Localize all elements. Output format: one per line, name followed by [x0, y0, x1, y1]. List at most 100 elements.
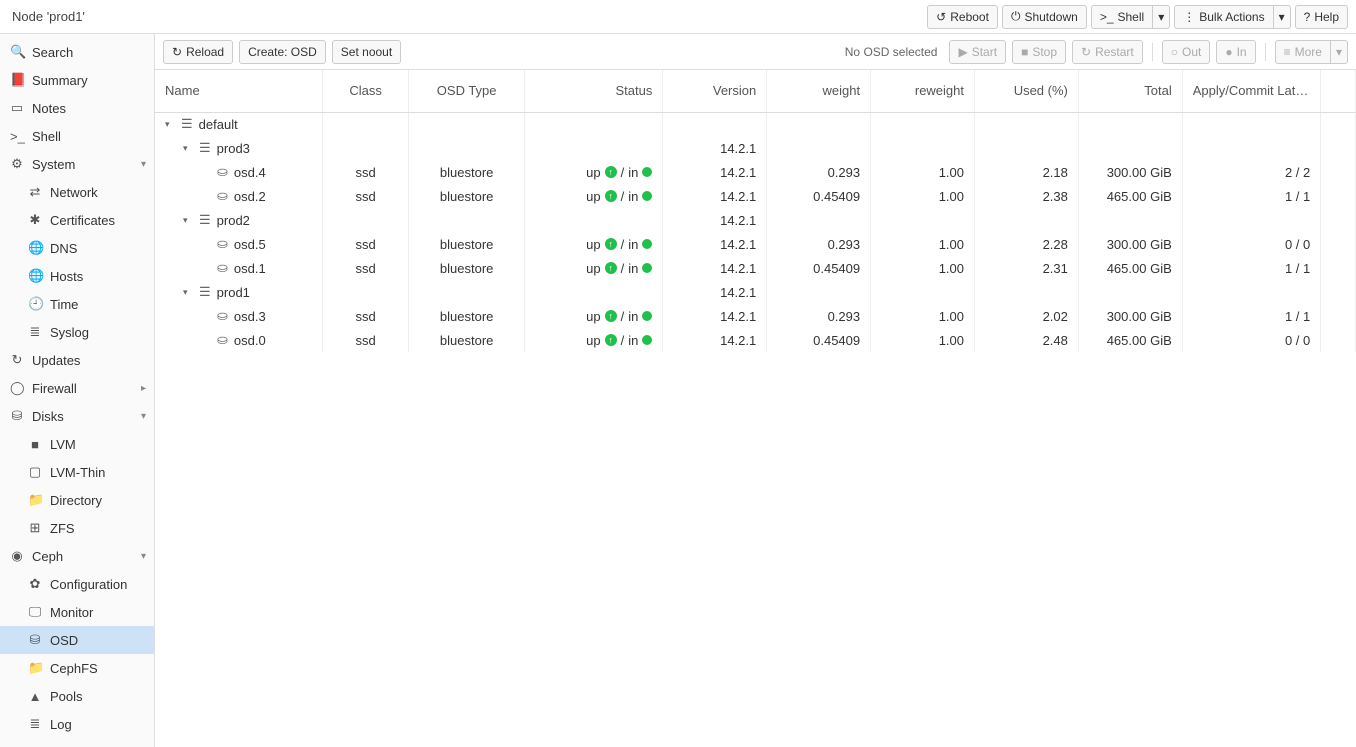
status-cell: up↑ / in	[524, 328, 663, 352]
set-noout-button[interactable]: Set noout	[332, 40, 401, 64]
osd-row[interactable]: ⛀osd.1ssdbluestoreup↑ / in14.2.10.454091…	[155, 256, 1356, 280]
sidebar-item-disks[interactable]: ⛁Disks▾	[0, 402, 154, 430]
in-button[interactable]: ●In	[1216, 40, 1255, 64]
sidebar-label: Summary	[32, 73, 88, 88]
sidebar-item-cephfs[interactable]: 📁CephFS	[0, 654, 154, 682]
sidebar-item-system[interactable]: ⚙System▾	[0, 150, 154, 178]
sidebar-item-configuration[interactable]: ✿Configuration	[0, 570, 154, 598]
osd-row[interactable]: ⛀osd.2ssdbluestoreup↑ / in14.2.10.454091…	[155, 184, 1356, 208]
help-button[interactable]: ?Help	[1295, 5, 1348, 29]
col-status[interactable]: Status	[524, 70, 663, 112]
reload-button[interactable]: ↻Reload	[163, 40, 233, 64]
tree-label: prod3	[217, 141, 250, 156]
sidebar-item-firewall[interactable]: ◯Firewall▸	[0, 374, 154, 402]
expand-icon[interactable]: ▸	[141, 383, 146, 394]
sidebar-item-hosts[interactable]: 🌐Hosts	[0, 262, 154, 290]
col-apply-commit-latency-ms-[interactable]: Apply/Commit Latency (ms)	[1182, 70, 1321, 112]
sidebar-label: Certificates	[50, 213, 115, 228]
col-class[interactable]: Class	[322, 70, 409, 112]
sidebar-item-ceph[interactable]: ◉Ceph▾	[0, 542, 154, 570]
server-icon: ☰	[181, 116, 193, 132]
host-row[interactable]: ▾☰prod214.2.1	[155, 208, 1356, 232]
more-icon: ≡	[1284, 45, 1291, 59]
sidebar-item-notes[interactable]: ▭Notes	[0, 94, 154, 122]
create-label: Create: OSD	[248, 45, 317, 59]
expand-icon[interactable]: ▾	[141, 411, 146, 422]
pools-icon: ▲	[28, 689, 42, 704]
more-split-button: ≡More ▾	[1275, 40, 1348, 64]
stop-button[interactable]: ■Stop	[1012, 40, 1066, 64]
bulk-button[interactable]: ⋮Bulk Actions	[1174, 5, 1273, 29]
shutdown-button[interactable]: ⏻Shutdown	[1002, 5, 1087, 29]
reboot-button[interactable]: ↺Reboot	[927, 5, 998, 29]
sidebar-item-summary[interactable]: 📕Summary	[0, 66, 154, 94]
sidebar-item-lvm[interactable]: ■LVM	[0, 430, 154, 458]
sidebar-item-time[interactable]: 🕘Time	[0, 290, 154, 318]
shell-button[interactable]: >_Shell	[1091, 5, 1153, 29]
tree-caret[interactable]: ▾	[165, 119, 175, 130]
col-osd-type[interactable]: OSD Type	[409, 70, 524, 112]
osd-table: NameClassOSD TypeStatusVersionweightrewe…	[155, 70, 1356, 352]
create-osd-button[interactable]: Create: OSD	[239, 40, 326, 64]
search-icon: 🔍	[10, 44, 24, 60]
refresh-icon: ↻	[172, 45, 182, 59]
out-button[interactable]: ○Out	[1162, 40, 1211, 64]
more-dropdown[interactable]: ▾	[1331, 40, 1348, 64]
sidebar-item-osd[interactable]: ⛁OSD	[0, 626, 154, 654]
tree-caret[interactable]: ▾	[183, 215, 193, 226]
sidebar-item-network[interactable]: ⇄Network	[0, 178, 154, 206]
col-reweight[interactable]: reweight	[871, 70, 975, 112]
more-button[interactable]: ≡More	[1275, 40, 1331, 64]
sidebar-item-search[interactable]: 🔍Search	[0, 38, 154, 66]
cell: 14.2.1	[663, 304, 767, 328]
osd-row[interactable]: ⛀osd.5ssdbluestoreup↑ / in14.2.10.2931.0…	[155, 232, 1356, 256]
cell: 14.2.1	[663, 184, 767, 208]
cell: 14.2.1	[663, 328, 767, 352]
tree-caret[interactable]: ▾	[183, 143, 193, 154]
sidebar-item-syslog[interactable]: ≣Syslog	[0, 318, 154, 346]
col-version[interactable]: Version	[663, 70, 767, 112]
sidebar-item-zfs[interactable]: ⊞ZFS	[0, 514, 154, 542]
sidebar-item-log[interactable]: ≣Log	[0, 710, 154, 738]
status-up: up	[586, 237, 600, 252]
gear-icon: ⚙	[10, 156, 24, 172]
restart-button[interactable]: ↻Restart	[1072, 40, 1143, 64]
sidebar-item-updates[interactable]: ↻Updates	[0, 346, 154, 374]
sidebar-item-monitor[interactable]: 🖵Monitor	[0, 598, 154, 626]
sidebar-item-dns[interactable]: 🌐DNS	[0, 234, 154, 262]
cell: bluestore	[409, 304, 524, 328]
bulk-dropdown[interactable]: ▾	[1274, 5, 1291, 29]
expand-icon[interactable]: ▾	[141, 551, 146, 562]
host-row[interactable]: ▾☰prod314.2.1	[155, 136, 1356, 160]
sidebar-item-directory[interactable]: 📁Directory	[0, 486, 154, 514]
sidebar-label: Ceph	[32, 549, 63, 564]
col-used-[interactable]: Used (%)	[975, 70, 1079, 112]
sidebar-item-lvm-thin[interactable]: ▢LVM-Thin	[0, 458, 154, 486]
host-row[interactable]: ▾☰prod114.2.1	[155, 280, 1356, 304]
cell	[409, 136, 524, 160]
cell: 300.00 GiB	[1078, 304, 1182, 328]
sidebar-label: Configuration	[50, 577, 127, 592]
tree-caret[interactable]: ▾	[183, 287, 193, 298]
sidebar-item-pools[interactable]: ▲Pools	[0, 682, 154, 710]
shutdown-label: Shutdown	[1024, 10, 1077, 24]
help-label: Help	[1314, 10, 1339, 24]
col-total[interactable]: Total	[1078, 70, 1182, 112]
osd-row[interactable]: ⛀osd.3ssdbluestoreup↑ / in14.2.10.2931.0…	[155, 304, 1356, 328]
root-row[interactable]: ▾☰default	[155, 112, 1356, 136]
tree-label: prod2	[217, 213, 250, 228]
osd-row[interactable]: ⛀osd.0ssdbluestoreup↑ / in14.2.10.454091…	[155, 328, 1356, 352]
sidebar-item-shell[interactable]: >_Shell	[0, 122, 154, 150]
col-name[interactable]: Name	[155, 70, 322, 112]
start-button[interactable]: ▶Start	[949, 40, 1006, 64]
cell: bluestore	[409, 328, 524, 352]
refresh-icon: ↻	[1081, 45, 1091, 59]
col-weight[interactable]: weight	[767, 70, 871, 112]
osd-row[interactable]: ⛀osd.4ssdbluestoreup↑ / in14.2.10.2931.0…	[155, 160, 1356, 184]
shell-icon: >_	[10, 129, 24, 144]
shell-dropdown[interactable]: ▾	[1153, 5, 1170, 29]
expand-icon[interactable]: ▾	[141, 159, 146, 170]
sidebar-item-certificates[interactable]: ✱Certificates	[0, 206, 154, 234]
cell: 2.38	[975, 184, 1079, 208]
cell	[524, 208, 663, 232]
